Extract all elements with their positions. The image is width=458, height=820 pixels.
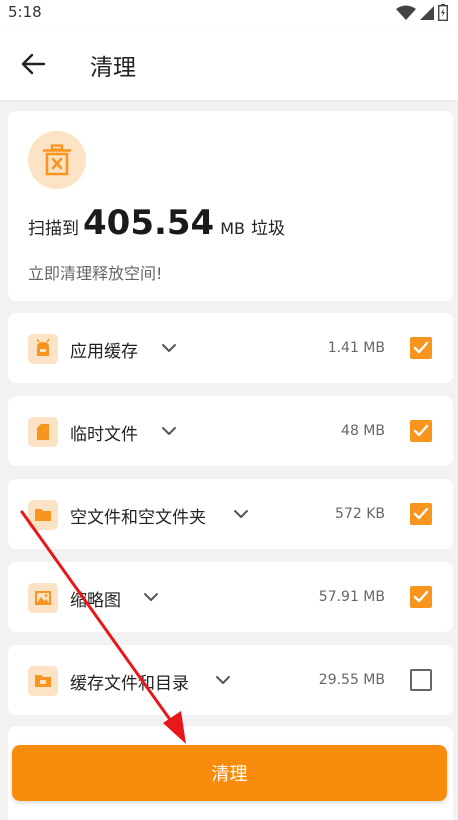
temp-file-icon <box>37 424 49 440</box>
clean-button[interactable]: 清理 <box>12 745 447 801</box>
scan-subtitle: 立即清理释放空间! <box>28 264 163 283</box>
page-title: 清理 <box>90 55 136 81</box>
junk-size-unit: MB <box>220 219 245 238</box>
trash-icon <box>42 144 72 176</box>
chevron-down-icon[interactable] <box>161 426 177 436</box>
checkmark-icon <box>413 341 429 354</box>
app-cache-icon <box>36 339 50 356</box>
item-label: 临时文件 <box>70 425 138 445</box>
item-size: 57.91 MB <box>318 589 385 605</box>
status-bar: 5:18 <box>0 0 458 26</box>
item-checkbox[interactable] <box>410 337 432 359</box>
chevron-down-icon[interactable] <box>161 343 177 353</box>
checkmark-icon <box>413 507 429 520</box>
checkmark-icon <box>413 424 429 437</box>
item-checkbox[interactable] <box>410 586 432 608</box>
item-size: 29.55 MB <box>318 672 385 688</box>
item-icon-badge <box>28 417 58 447</box>
chevron-down-icon[interactable] <box>143 592 159 602</box>
status-icons <box>396 4 448 21</box>
chevron-down-icon[interactable] <box>215 675 231 685</box>
checkmark-icon <box>413 590 429 603</box>
item-size: 48 MB <box>341 423 385 439</box>
trash-icon-badge <box>28 131 86 189</box>
list-item-temp-files[interactable]: 临时文件 48 MB <box>8 396 453 466</box>
scan-result: 扫描到 405.54 MB 垃圾 <box>28 203 285 243</box>
scan-suffix: 垃圾 <box>250 219 285 239</box>
list-item-app-cache[interactable]: 应用缓存 1.41 MB <box>8 313 453 383</box>
chevron-down-icon[interactable] <box>233 509 249 519</box>
list-item-empty-folders[interactable]: 空文件和空文件夹 572 KB <box>8 479 453 549</box>
cache-folder-icon <box>35 675 51 687</box>
item-label: 应用缓存 <box>70 342 138 362</box>
battery-icon <box>438 4 448 21</box>
scan-prefix: 扫描到 <box>28 219 79 239</box>
item-icon-badge <box>28 334 58 364</box>
scan-summary-card: 扫描到 405.54 MB 垃圾 立即清理释放空间! <box>8 111 453 301</box>
folder-icon <box>35 509 51 521</box>
item-icon-badge <box>28 583 58 613</box>
item-label: 缩略图 <box>70 591 121 611</box>
back-arrow-icon <box>21 53 46 75</box>
item-icon-badge <box>28 500 58 530</box>
list-item-thumbnails[interactable]: 缩略图 57.91 MB <box>8 562 453 632</box>
signal-icon <box>420 5 434 20</box>
list-item-cache-dirs[interactable]: 缓存文件和目录 29.55 MB <box>8 645 453 715</box>
status-time: 5:18 <box>8 3 42 21</box>
item-checkbox[interactable] <box>410 669 432 691</box>
item-icon-badge <box>28 666 58 696</box>
app-bar: 清理 <box>0 26 458 100</box>
wifi-icon <box>396 5 416 20</box>
item-size: 572 KB <box>335 506 385 522</box>
junk-size-value: 405.54 <box>83 203 215 243</box>
item-label: 空文件和空文件夹 <box>70 508 206 528</box>
item-size: 1.41 MB <box>327 340 385 356</box>
back-button[interactable] <box>18 50 50 78</box>
item-checkbox[interactable] <box>410 503 432 525</box>
image-icon <box>35 591 51 605</box>
item-checkbox[interactable] <box>410 420 432 442</box>
item-label: 缓存文件和目录 <box>70 674 189 694</box>
